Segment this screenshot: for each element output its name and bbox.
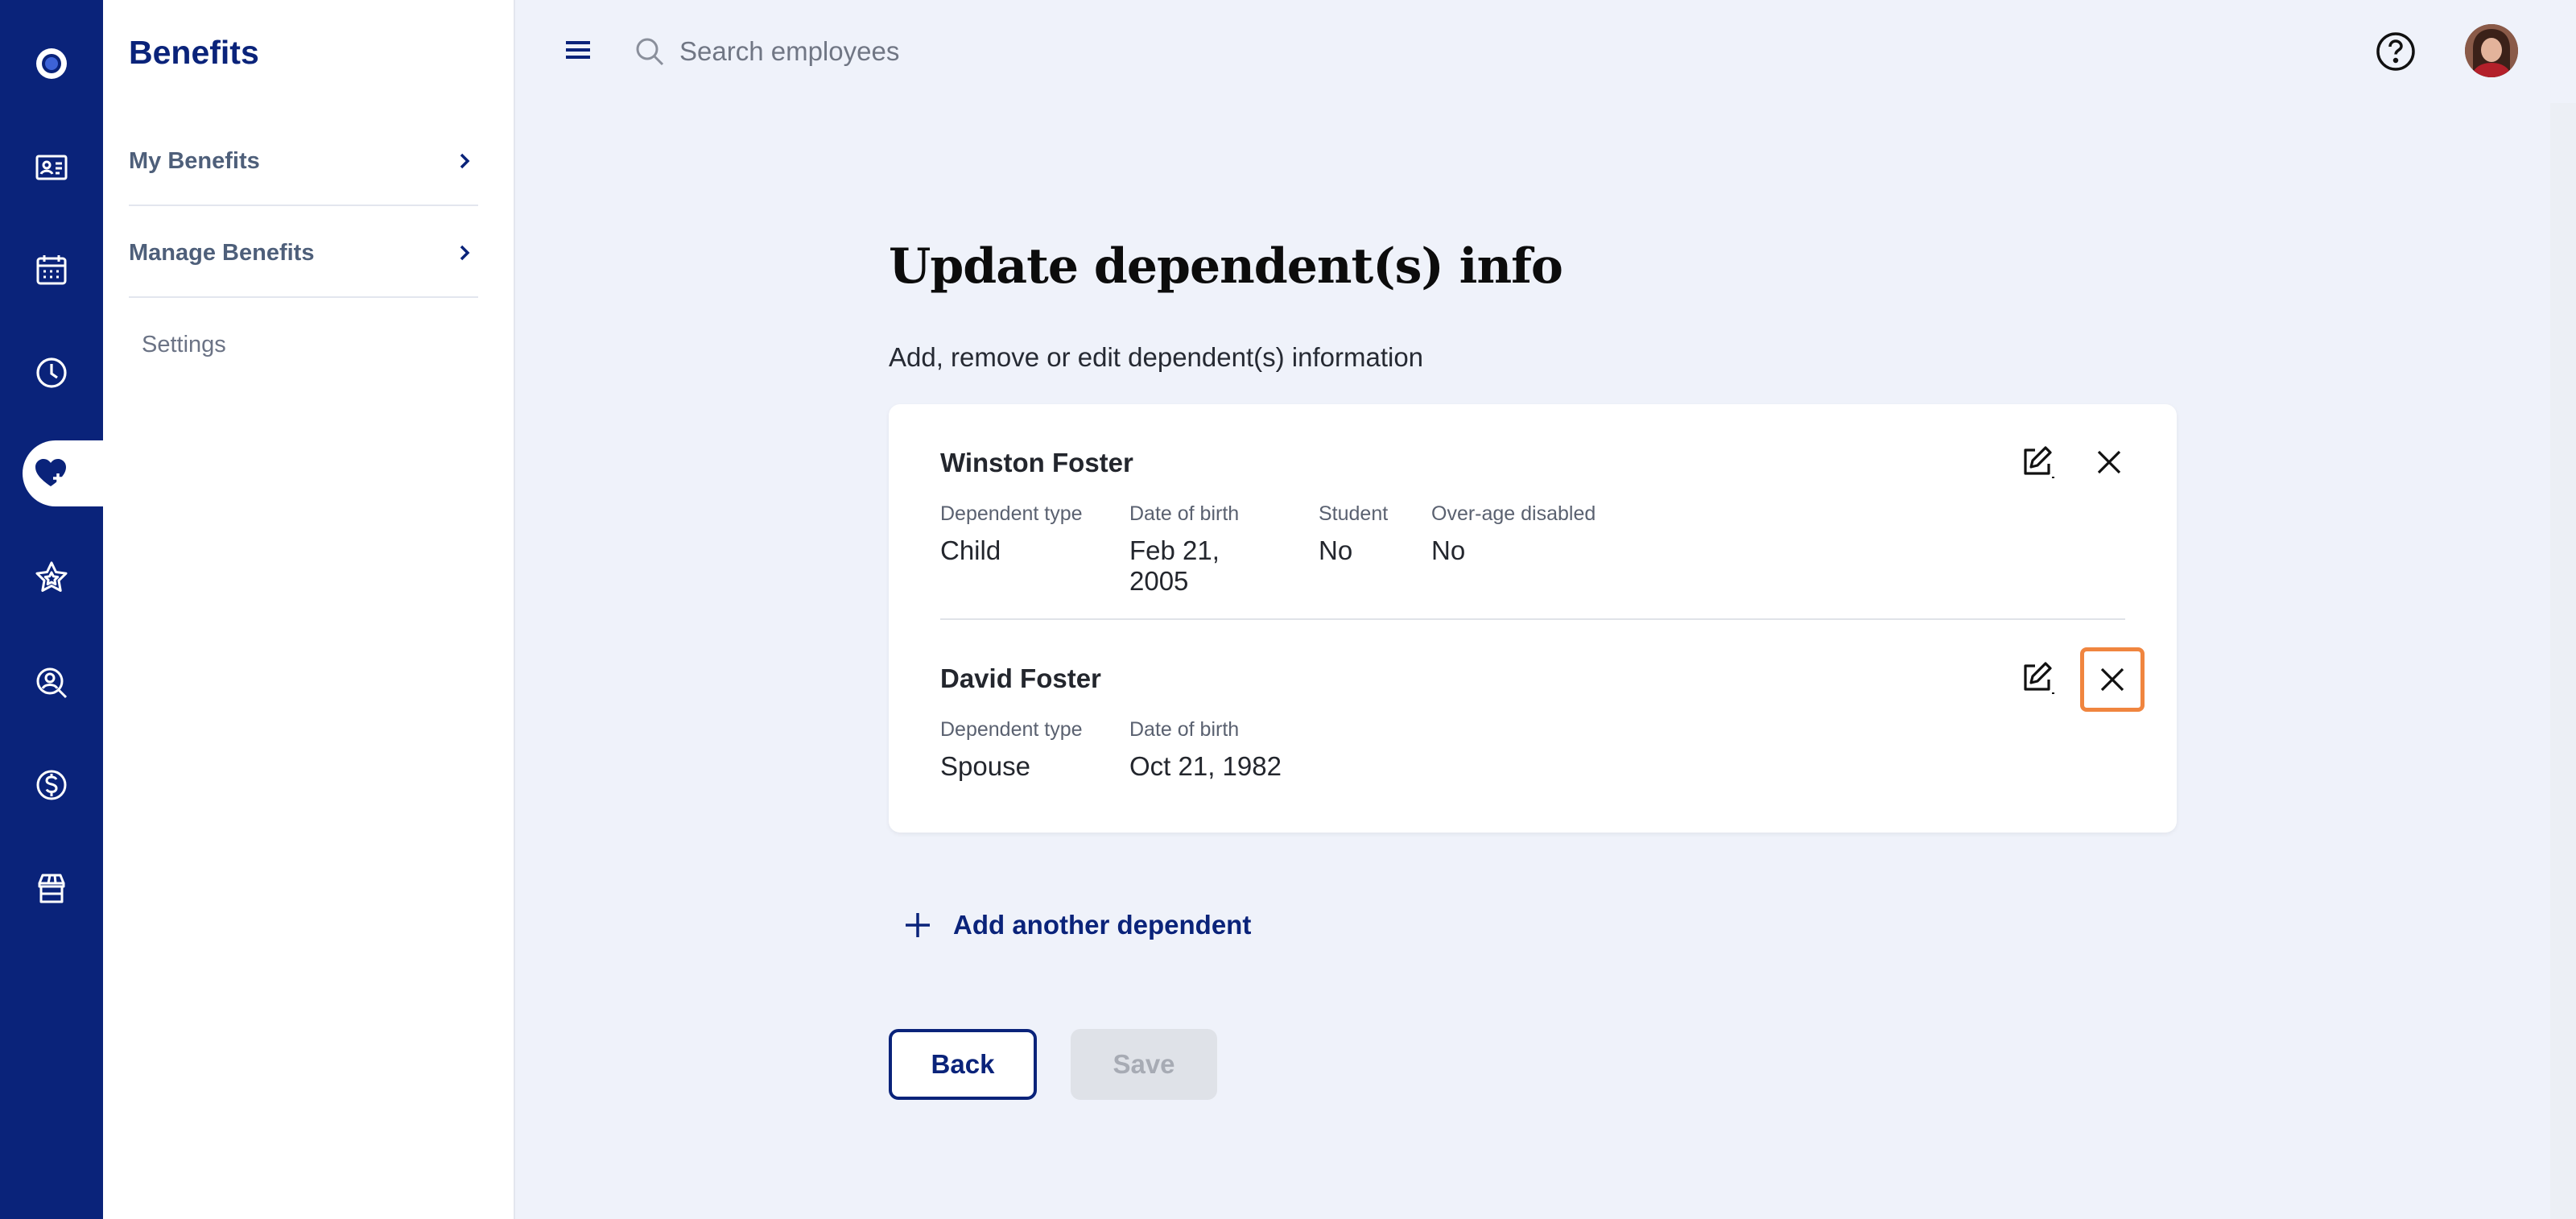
field-dependent-type: Dependent type Child <box>940 502 1091 597</box>
search-bar <box>634 27 1278 76</box>
field-value: Child <box>940 535 1001 565</box>
field-value: No <box>1431 535 1466 565</box>
dollar-icon[interactable] <box>0 751 103 819</box>
add-dependent-button[interactable]: Add another dependent <box>903 910 1251 940</box>
remove-dependent-button[interactable] <box>2080 647 2145 712</box>
field-date-of-birth: Date of birth Feb 21, 2005 <box>1129 502 1280 597</box>
dependent-item: David Foster Dependent type Spouse Date … <box>940 647 2145 782</box>
edit-dependent-button[interactable] <box>2011 652 2062 704</box>
subnav-item-manage-benefits[interactable]: Manage Benefits <box>129 209 478 298</box>
dependent-name: David Foster <box>940 663 1101 693</box>
icon-rail <box>0 0 103 1219</box>
subnav-item-label: Manage Benefits <box>129 239 315 266</box>
field-label: Date of birth <box>1129 502 1240 525</box>
search-icon <box>636 38 664 66</box>
remove-dependent-button[interactable] <box>2083 436 2135 488</box>
star-icon[interactable] <box>0 543 103 611</box>
help-icon[interactable] <box>2375 31 2417 72</box>
field-date-of-birth: Date of birth Oct 21, 1982 <box>1129 718 1282 782</box>
scrollbar[interactable] <box>2550 103 2576 1219</box>
logo-icon[interactable] <box>0 30 103 97</box>
page-subtitle: Add, remove or edit dependent(s) informa… <box>889 342 1424 372</box>
person-search-icon[interactable] <box>0 649 103 717</box>
menu-button[interactable] <box>557 32 599 68</box>
back-button[interactable]: Back <box>889 1029 1037 1100</box>
store-icon[interactable] <box>0 854 103 922</box>
benefits-subnav: Benefits My Benefits Manage Benefits Set… <box>103 0 515 1219</box>
dependents-card: Winston Foster Dependent type Child Date… <box>889 404 2177 833</box>
field-value: No <box>1319 535 1353 565</box>
close-icon <box>2100 667 2124 692</box>
page-title: Update dependent(s) info <box>889 238 1563 295</box>
clock-icon[interactable] <box>0 339 103 407</box>
add-dependent-label: Add another dependent <box>953 910 1252 940</box>
field-value: Feb 21, 2005 <box>1129 535 1220 596</box>
subnav-item-my-benefits[interactable]: My Benefits <box>129 118 478 206</box>
subnav-item-label: My Benefits <box>129 147 260 174</box>
chevron-right-icon <box>460 153 470 169</box>
hamburger-icon <box>566 41 590 59</box>
field-over-age-disabled: Over-age disabled No <box>1431 502 1596 597</box>
field-dependent-type: Dependent type Spouse <box>940 718 1091 782</box>
search-input[interactable] <box>679 36 1243 67</box>
calendar-icon[interactable] <box>0 236 103 304</box>
id-card-icon[interactable] <box>0 134 103 201</box>
dependent-item: Winston Foster Dependent type Child Date… <box>940 446 2125 620</box>
field-label: Date of birth <box>1129 718 1240 741</box>
subnav-title: Benefits <box>129 34 259 71</box>
chevron-right-icon <box>460 245 470 261</box>
field-label: Dependent type <box>940 502 1083 525</box>
subnav-item-settings[interactable]: Settings <box>142 332 226 358</box>
plus-icon <box>906 913 930 937</box>
edit-icon <box>2024 446 2054 478</box>
avatar[interactable] <box>2465 24 2518 77</box>
field-value: Oct 21, 1982 <box>1129 751 1282 781</box>
dependent-name: Winston Foster <box>940 448 1133 477</box>
heart-plus-icon[interactable] <box>23 440 103 506</box>
field-label: Dependent type <box>940 718 1083 741</box>
field-label: Student <box>1319 502 1389 525</box>
edit-icon <box>2024 662 2054 694</box>
field-label: Over-age disabled <box>1431 502 1596 525</box>
field-value: Spouse <box>940 751 1030 781</box>
save-button[interactable]: Save <box>1071 1029 1217 1100</box>
close-icon <box>2097 450 2121 474</box>
edit-dependent-button[interactable] <box>2011 436 2062 488</box>
field-student: Student No <box>1319 502 1393 597</box>
